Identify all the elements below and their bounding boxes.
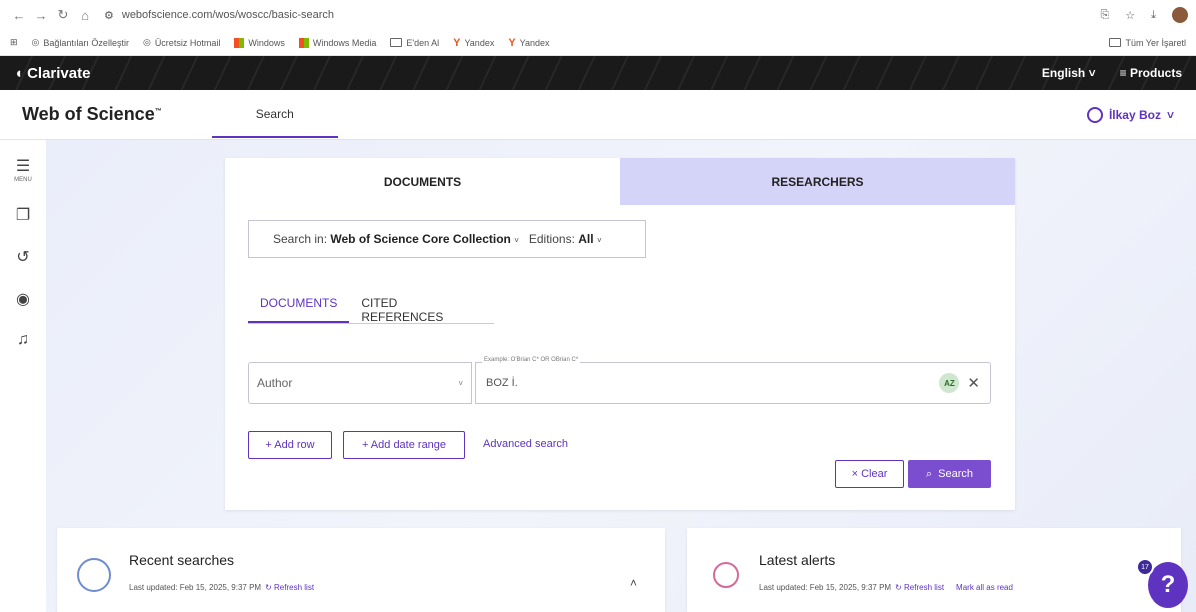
collapse-chevron-icon[interactable]: ˄ — [630, 576, 637, 590]
chevron-down-icon: ˅ — [458, 378, 463, 388]
editions-dropdown[interactable]: Editions: All ˅ — [529, 232, 602, 246]
url-text[interactable]: webofscience.com/wos/woscc/basic-search — [122, 9, 334, 21]
chevron-down-icon: ˅ — [514, 236, 519, 245]
search-card: DOCUMENTS RESEARCHERS Search in: Web of … — [225, 158, 1015, 510]
refresh-alerts-link[interactable]: ↻ Refresh list — [895, 583, 944, 592]
folder-icon — [1109, 38, 1122, 47]
clipboard-icon: ❐ — [15, 207, 31, 224]
bookmark-yandex-2[interactable]: Y Yandex — [508, 37, 549, 49]
search-button[interactable]: ⌕ Search — [908, 460, 991, 488]
refresh-icon: ↻ — [895, 583, 902, 592]
alerts-button[interactable]: ♫ — [17, 331, 29, 349]
marked-list-button[interactable]: ❐ — [16, 205, 30, 225]
user-circle-icon: ◉ — [16, 291, 30, 308]
yandex-icon: Y — [453, 36, 461, 49]
stopwatch-icon — [77, 558, 111, 592]
bookmark-windows[interactable]: Windows — [234, 37, 285, 48]
clear-button[interactable]: × Clear — [835, 460, 904, 488]
bookmark-eden-al[interactable]: E'den Al — [390, 38, 439, 48]
forward-icon[interactable]: → — [30, 8, 52, 23]
history-button[interactable]: ↺ — [16, 247, 29, 267]
search-icon: ⌕ — [925, 467, 933, 480]
globe-icon: ◎ — [31, 37, 40, 47]
browser-toolbar: ← → ↻ ⌂ ⚙ webofscience.com/wos/woscc/bas… — [0, 0, 1196, 30]
left-rail: ☰ MENU ❐ ↺ ◉ ♫ — [0, 140, 46, 612]
globe-icon: ◎ — [142, 37, 151, 47]
field-type-select[interactable]: Author ˅ — [248, 362, 472, 404]
bookmark-customize[interactable]: ◎ Bağlantıları Özelleştir — [32, 37, 129, 48]
chevron-down-icon: ˅ — [596, 236, 602, 245]
bookmarks-bar: ⊞ ◎ Bağlantıları Özelleştir ◎ Ücretsiz Hot… — [0, 30, 1196, 56]
clarivate-mark-icon: ◖ — [14, 64, 24, 82]
help-button[interactable]: ? — [1148, 562, 1188, 608]
hamburger-icon: ≡ — [1119, 66, 1127, 80]
bell-icon: ♫ — [17, 331, 29, 348]
chevron-down-icon: ˅ — [1088, 66, 1096, 80]
bookmark-hotmail[interactable]: ◎ Ücretsiz Hotmail — [143, 37, 220, 48]
add-date-range-button[interactable]: + Add date range — [343, 431, 465, 459]
clear-input-icon[interactable]: ✕ — [967, 374, 980, 392]
menu-collapse-icon: ☰ — [15, 158, 31, 175]
tab-documents[interactable]: DOCUMENTS — [225, 158, 620, 205]
clarivate-bar: ◖ Clarivate English ˅ ≡ Products — [0, 56, 1196, 90]
latest-alerts-card: Latest alerts Last updated: Feb 15, 2025… — [687, 528, 1181, 612]
search-input[interactable]: Example: O'Brian C* OR OBrian C* BOZ İ. … — [475, 357, 991, 404]
back-icon[interactable]: ← — [8, 8, 30, 23]
help-notification-badge: 17 — [1136, 558, 1154, 576]
recent-searches-card: Recent searches Last updated: Feb 15, 20… — [57, 528, 665, 612]
target-icon — [713, 562, 739, 588]
translate-icon[interactable]: ⎘ — [1100, 9, 1109, 22]
language-menu[interactable]: English ˅ — [1042, 66, 1096, 80]
user-icon — [1086, 106, 1103, 123]
search-input-value[interactable]: BOZ İ. — [486, 377, 518, 389]
bookmark-yandex-1[interactable]: Y Yandex — [453, 37, 494, 49]
advanced-search-link[interactable]: Advanced search — [483, 438, 568, 450]
windows-icon — [234, 37, 245, 48]
subtab-cited-references[interactable]: CITED REFERENCES — [349, 296, 494, 324]
user-menu[interactable]: İlkay Boz ˅ — [1086, 106, 1174, 123]
chevron-down-icon: ˅ — [1166, 107, 1174, 122]
folder-icon — [390, 38, 403, 47]
refresh-icon: ↻ — [265, 583, 272, 592]
all-bookmarks[interactable]: Tüm Yer İşaretl — [1109, 38, 1186, 48]
home-icon[interactable]: ⌂ — [74, 8, 96, 23]
site-settings-icon[interactable]: ⚙ — [104, 9, 114, 22]
add-row-button[interactable]: + Add row — [248, 431, 332, 459]
collection-selector[interactable]: Search in: Web of Science Core Collectio… — [248, 220, 646, 258]
tab-search[interactable]: Search — [211, 91, 338, 138]
az-index-button[interactable]: AZ — [939, 373, 960, 393]
menu-toggle[interactable]: ☰ MENU — [14, 156, 32, 183]
profile-button[interactable]: ◉ — [16, 289, 30, 309]
yandex-icon: Y — [508, 36, 516, 49]
collection-dropdown[interactable]: Search in: Web of Science Core Collectio… — [273, 232, 519, 246]
products-menu[interactable]: ≡ Products — [1120, 66, 1182, 80]
recent-searches-meta: Last updated: Feb 15, 2025, 9:37 PM ↻ Re… — [129, 583, 315, 592]
wos-header: Web of Science™ Search İlkay Boz ˅ — [0, 90, 1196, 140]
page-title[interactable]: Web of Science™ — [22, 104, 162, 125]
tab-researchers[interactable]: RESEARCHERS — [620, 158, 1015, 205]
bookmark-star-icon[interactable]: ☆ — [1125, 9, 1135, 22]
history-icon: ↺ — [16, 249, 30, 266]
document-sub-tabs: DOCUMENTS CITED REFERENCES — [248, 296, 494, 324]
latest-alerts-title: Latest alerts — [759, 552, 836, 568]
bookmark-windows-media[interactable]: Windows Media — [298, 37, 376, 48]
browser-profile-avatar[interactable] — [1172, 7, 1188, 23]
subtab-documents[interactable]: DOCUMENTS — [248, 296, 350, 323]
refresh-recent-link[interactable]: ↻ Refresh list — [265, 583, 314, 592]
windows-icon — [298, 37, 309, 48]
recent-searches-title: Recent searches — [129, 552, 235, 568]
apps-grid-icon[interactable]: ⊞ — [10, 37, 18, 48]
reload-icon[interactable]: ↻ — [52, 7, 74, 23]
download-icon[interactable]: ⤓ — [1151, 9, 1156, 22]
field-hint: Example: O'Brian C* OR OBrian C* — [482, 357, 581, 363]
clarivate-logo[interactable]: ◖ Clarivate — [14, 65, 90, 82]
mark-all-read-link[interactable]: Mark all as read — [956, 583, 1013, 592]
address-bar[interactable]: ⚙ webofscience.com/wos/woscc/basic-searc… — [104, 9, 334, 22]
latest-alerts-meta: Last updated: Feb 15, 2025, 9:37 PM ↻ Re… — [759, 583, 1013, 592]
search-type-tabs: DOCUMENTS RESEARCHERS — [225, 158, 1015, 205]
